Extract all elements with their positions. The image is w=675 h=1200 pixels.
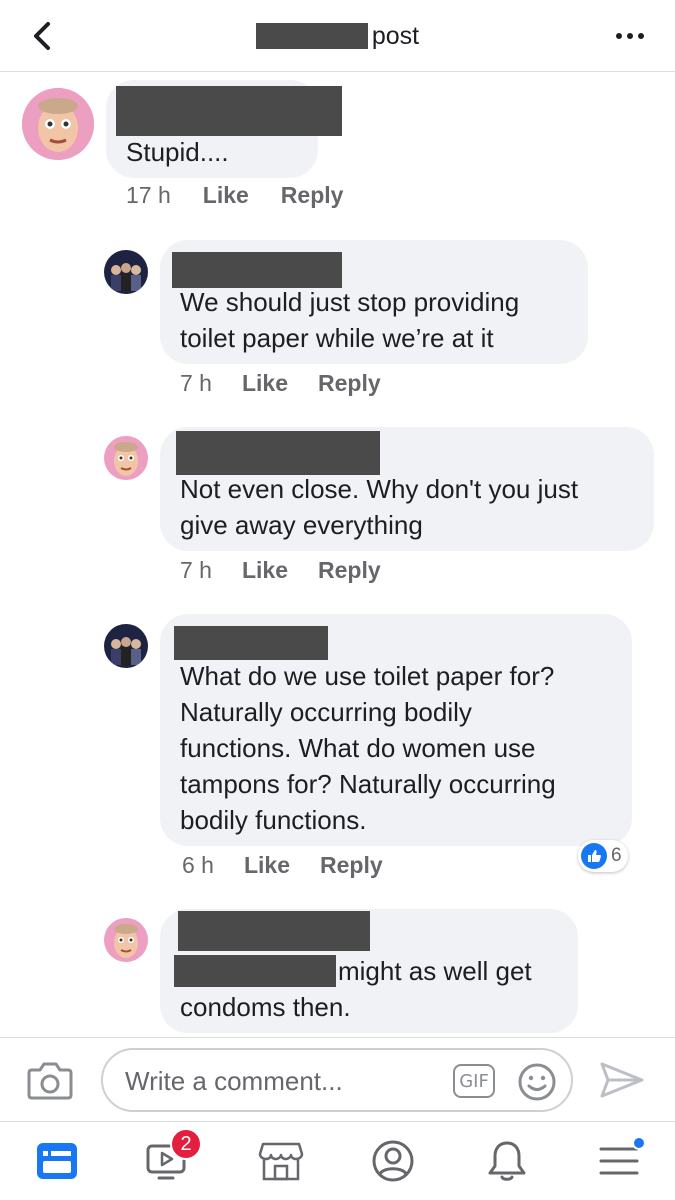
smiley-icon (518, 1063, 556, 1101)
menu-notification-dot (632, 1136, 646, 1150)
header-title-group: post (0, 20, 675, 52)
marketplace-icon (258, 1142, 304, 1181)
group-photo-avatar-icon (104, 250, 148, 294)
tab-menu[interactable] (594, 1136, 646, 1186)
comment-bubble[interactable]: might as well get condoms then. (160, 909, 578, 1033)
comment-time: 6 h (182, 852, 214, 878)
gif-button[interactable]: GIF (453, 1064, 495, 1098)
camera-button[interactable] (26, 1058, 74, 1102)
rodney-avatar-icon (104, 918, 148, 962)
camera-icon (27, 1062, 73, 1100)
avatar[interactable] (104, 436, 148, 480)
comment-meta: 7 h Like Reply (180, 557, 381, 584)
bell-icon (488, 1141, 526, 1181)
like-button[interactable]: Like (244, 852, 290, 879)
redacted-author (116, 86, 342, 136)
tab-news-feed[interactable] (32, 1136, 82, 1186)
comment-input[interactable]: Write a comment... GIF (101, 1048, 573, 1112)
more-dots-icon (616, 33, 622, 39)
reaction-count: 6 (611, 845, 622, 866)
redacted-author (178, 911, 370, 951)
page-title: post (371, 21, 420, 50)
comment-text: We should just stop providing toilet pap… (180, 287, 520, 353)
news-feed-icon (37, 1143, 77, 1179)
tab-profile[interactable] (368, 1136, 418, 1186)
comment-bubble[interactable]: We should just stop providing toilet pap… (160, 240, 588, 364)
comment-time: 17 h (126, 182, 171, 208)
rodney-avatar-icon (22, 88, 94, 160)
comment-bubble[interactable]: Not even close. Why don't you just give … (160, 427, 654, 551)
comment-bubble[interactable]: What do we use toilet paper for? Natural… (160, 614, 632, 846)
comment-text: Not even close. Why don't you just give … (180, 474, 579, 540)
redacted-author (172, 252, 342, 288)
group-photo-avatar-icon (104, 624, 148, 668)
tab-notifications[interactable] (482, 1136, 532, 1186)
reply-button[interactable]: Reply (318, 557, 381, 584)
rodney-avatar-icon (104, 436, 148, 480)
reply-button[interactable]: Reply (320, 852, 383, 879)
redacted-name (255, 23, 368, 49)
post-header: post (0, 0, 675, 72)
more-options-button[interactable] (613, 24, 647, 48)
profile-icon (372, 1140, 414, 1182)
avatar[interactable] (104, 918, 148, 962)
comment-meta: 6 h Like Reply (182, 852, 383, 879)
emoji-button[interactable] (517, 1062, 557, 1102)
avatar[interactable] (104, 250, 148, 294)
thumbs-up-icon (581, 843, 607, 869)
send-icon (600, 1062, 644, 1098)
comment-text: Stupid.... (126, 137, 229, 167)
comment-text-line2: condoms then. (180, 992, 351, 1022)
comment-composer: Write a comment... GIF (0, 1037, 675, 1121)
redacted-author (174, 626, 328, 660)
comment-time: 7 h (180, 557, 212, 583)
like-button[interactable]: Like (203, 182, 249, 209)
comment-placeholder: Write a comment... (125, 1066, 343, 1096)
redacted-mention (174, 955, 336, 987)
tab-marketplace[interactable] (256, 1136, 306, 1186)
notification-badge: 2 (170, 1128, 202, 1160)
tab-watch[interactable]: 2 (142, 1128, 202, 1186)
comment-text: What do we use toilet paper for? Natural… (180, 661, 556, 835)
reply-button[interactable]: Reply (318, 370, 381, 397)
comment-meta: 7 h Like Reply (180, 370, 381, 397)
comment-bubble[interactable]: Stupid.... (106, 80, 342, 178)
comment-text-line1: might as well get (338, 956, 532, 986)
avatar[interactable] (22, 88, 94, 160)
avatar[interactable] (104, 624, 148, 668)
comment-time: 7 h (180, 370, 212, 396)
comment-meta: 17 h Like Reply (126, 182, 343, 209)
reply-button[interactable]: Reply (281, 182, 344, 209)
like-button[interactable]: Like (242, 370, 288, 397)
redacted-author (176, 431, 380, 475)
like-button[interactable]: Like (242, 557, 288, 584)
send-button[interactable] (598, 1058, 646, 1102)
reaction-summary[interactable]: 6 (578, 840, 628, 872)
bottom-tab-bar: 2 (0, 1121, 675, 1200)
